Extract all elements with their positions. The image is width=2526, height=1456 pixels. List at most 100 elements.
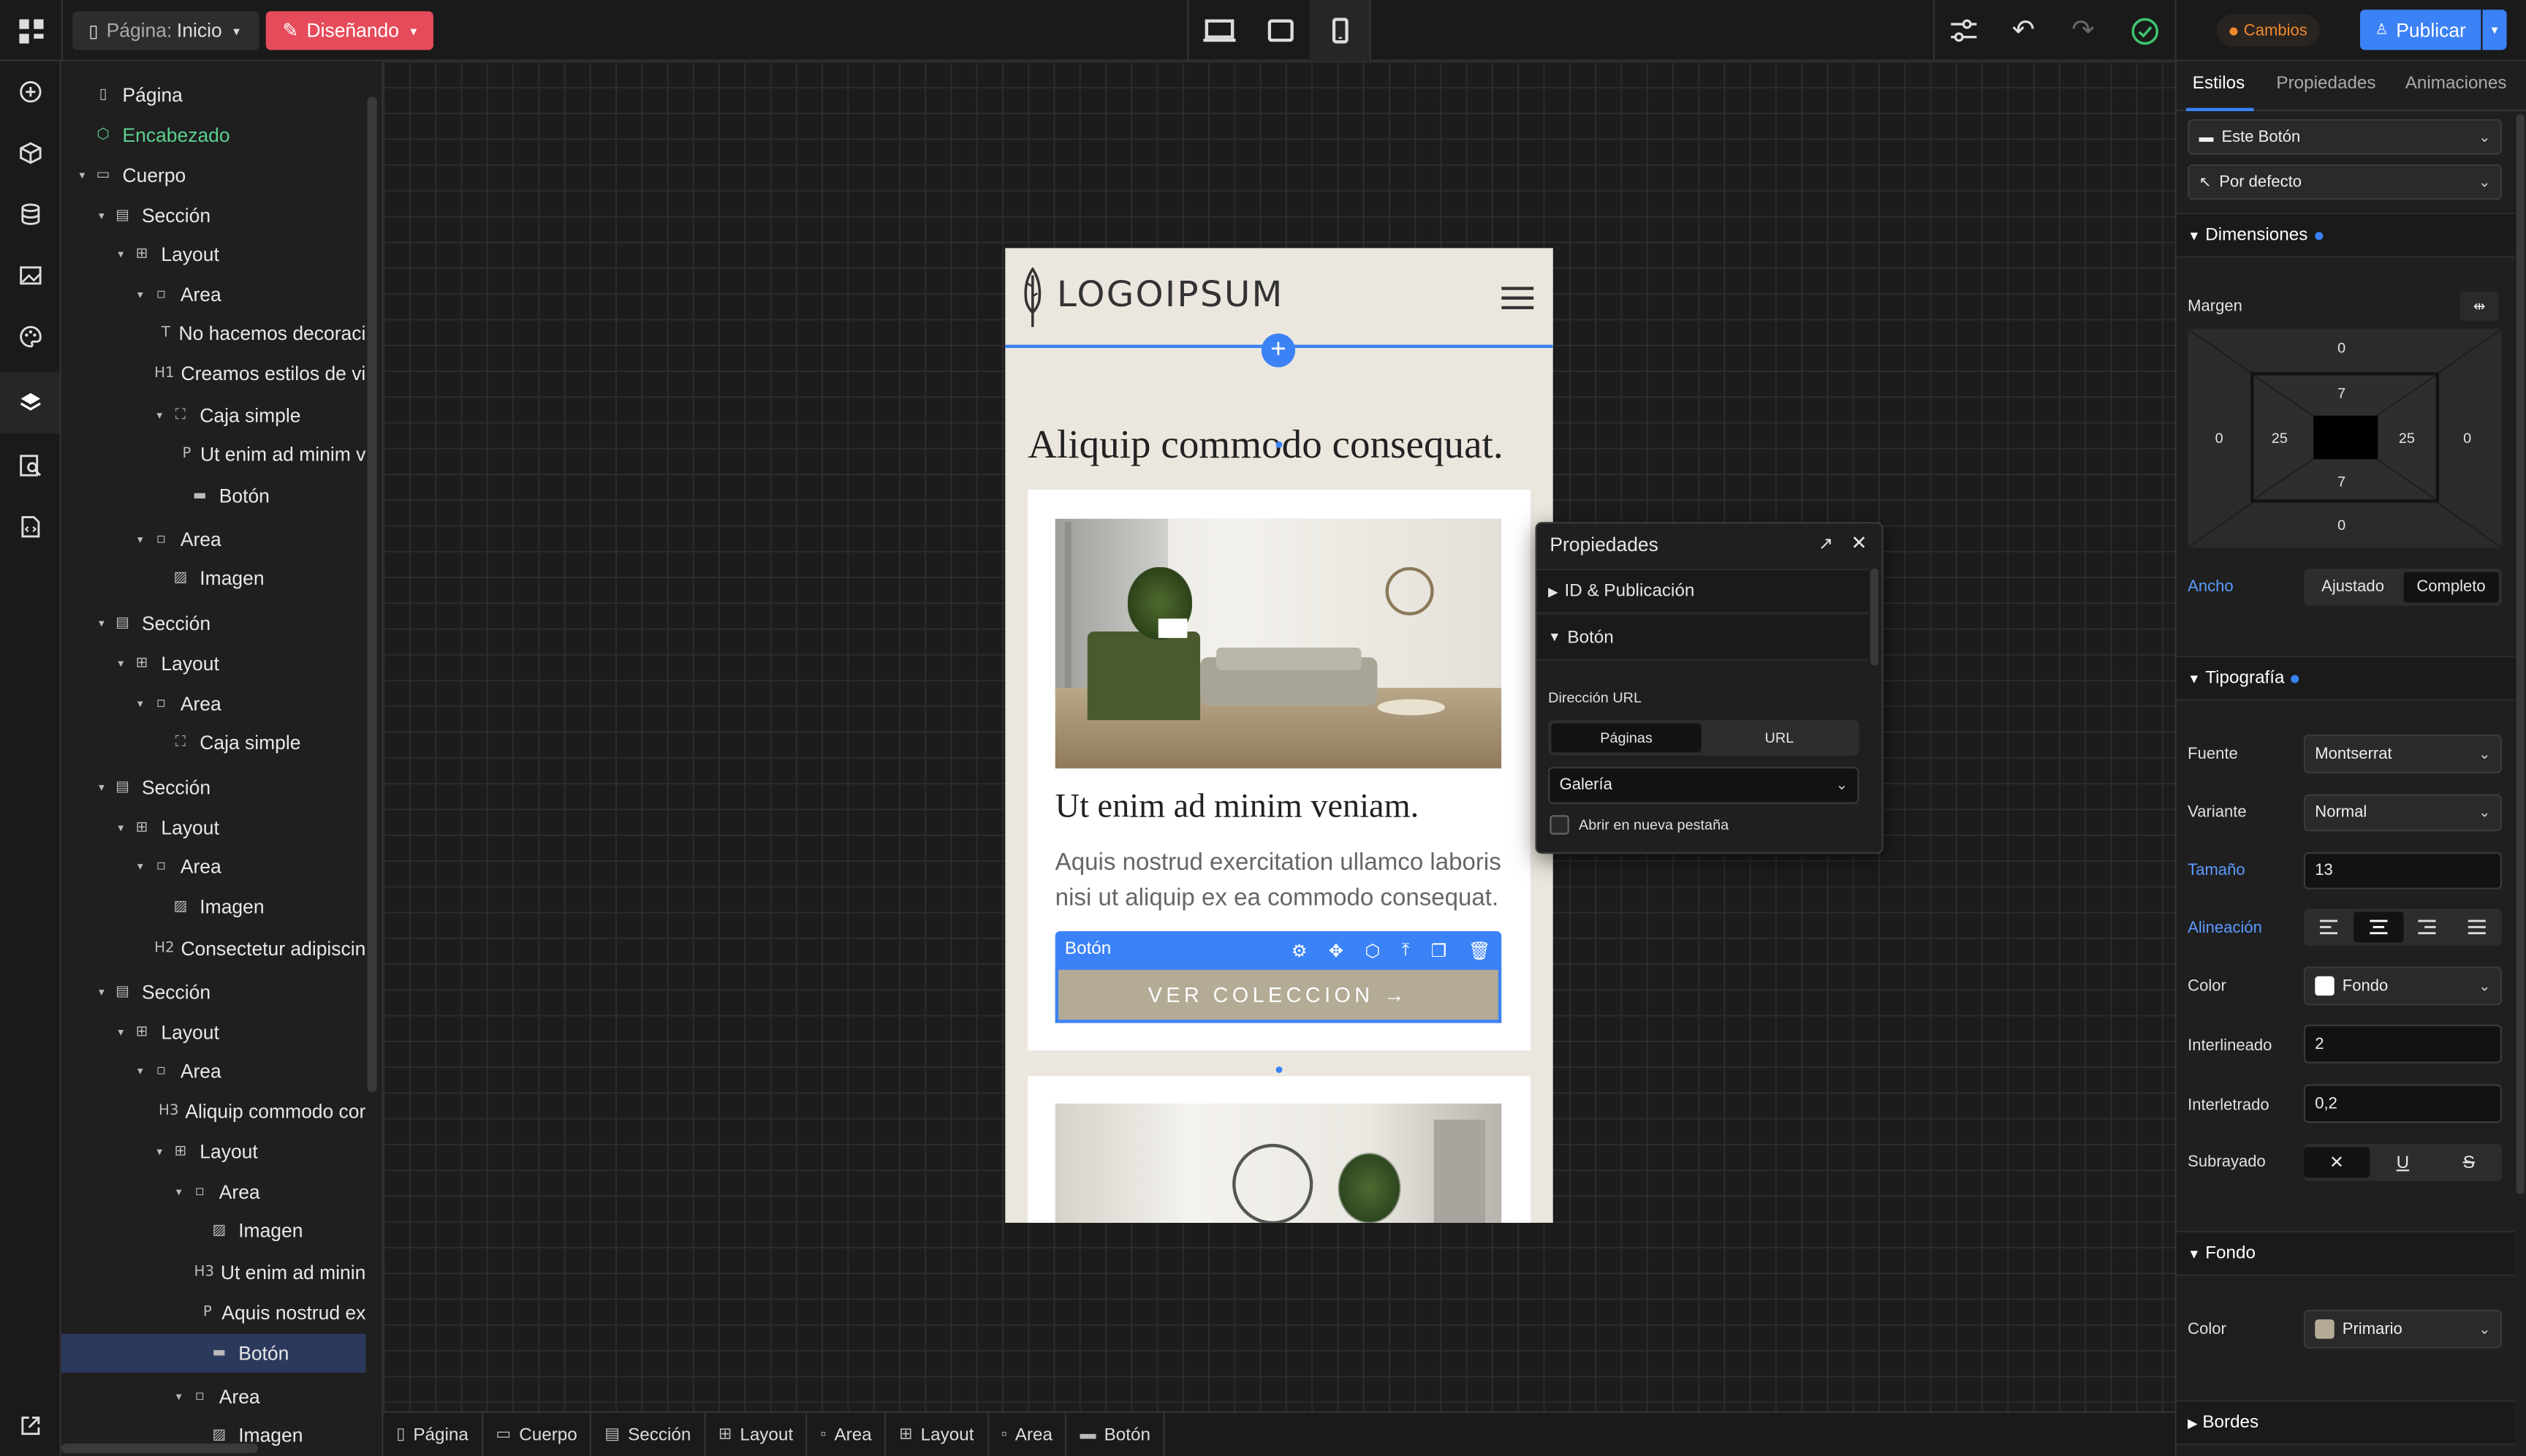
redo-icon[interactable]: ↷ <box>2054 0 2112 61</box>
padding-bottom[interactable]: 7 <box>2337 474 2345 490</box>
navigator-item[interactable]: ▨ Imagen <box>61 887 366 926</box>
id-publication-section[interactable]: ▶ ID & Publicación <box>1536 569 1869 614</box>
chevron-down-icon[interactable]: ▾ <box>94 781 110 794</box>
chevron-down-icon[interactable]: ▾ <box>132 697 148 710</box>
breadcrumb-layout[interactable]: ⊞ Layout <box>705 1411 808 1456</box>
publish-button[interactable]: ♙ Publicar <box>2360 10 2481 50</box>
seo-search-icon[interactable] <box>0 435 60 496</box>
link-margins-icon[interactable]: ⇹ <box>2459 291 2499 321</box>
popup-scrollbar[interactable] <box>1870 569 1878 666</box>
navigator-item[interactable]: ▾ ▤ Sección <box>61 604 366 643</box>
navigator-item[interactable]: H3 Aliquip commodo cor <box>61 1092 365 1131</box>
media-icon[interactable] <box>0 245 60 306</box>
width-fit-option[interactable]: Ajustado <box>2307 572 2399 602</box>
layers-icon[interactable] <box>0 372 60 433</box>
align-justify-icon[interactable] <box>2452 909 2502 946</box>
changes-badge[interactable]: Cambios <box>2216 14 2320 47</box>
component-icon[interactable]: ⬡ <box>1365 940 1380 960</box>
navigator-item[interactable]: ▾ ▫ Area <box>61 1052 366 1091</box>
publish-options-chevron-icon[interactable]: ▾ <box>2482 10 2507 50</box>
letter-spacing-input[interactable]: 0,2 <box>2303 1084 2502 1123</box>
underline-icon[interactable]: U <box>2370 1144 2435 1181</box>
margin-top[interactable]: 0 <box>2337 340 2345 356</box>
page-selector[interactable]: ▯ Página: Inicio ▾ <box>72 11 259 50</box>
navigator-item[interactable]: P Ut enim ad minim v <box>61 435 365 474</box>
navigator-item[interactable]: ▨ Imagen <box>61 559 366 598</box>
navigator-item[interactable]: ▾ ▤ Sección <box>61 197 366 235</box>
gear-icon[interactable]: ⚙ <box>1292 940 1308 960</box>
typography-section[interactable]: ▼ Tipografía <box>2176 656 2515 701</box>
chevron-down-icon[interactable]: ▾ <box>113 822 129 834</box>
chevron-down-icon[interactable]: ▾ <box>113 1026 129 1039</box>
navigator-item[interactable]: ⛶ Caja simple <box>61 724 366 762</box>
background-section[interactable]: ▼ Fondo <box>2176 1230 2515 1276</box>
navigator-item[interactable]: ▾ ⊞ Layout <box>61 645 366 683</box>
align-left-icon[interactable] <box>2304 909 2354 946</box>
components-icon[interactable] <box>0 123 60 184</box>
breadcrumb-area[interactable]: ▫ Area <box>808 1411 887 1456</box>
dimensions-section[interactable]: ▼ Dimensiones <box>2176 212 2515 258</box>
navigator-item[interactable]: ▯ Página <box>61 76 366 115</box>
navigator-item[interactable]: ▾ ▫ Area <box>61 1378 366 1417</box>
chevron-down-icon[interactable]: ▾ <box>132 860 148 873</box>
duplicate-icon[interactable]: ❐ <box>1431 940 1447 960</box>
external-link-icon[interactable] <box>0 1395 60 1456</box>
navigator-hscrollbar[interactable] <box>61 1443 258 1454</box>
new-tab-checkbox[interactable] <box>1550 815 1569 835</box>
navigator-item[interactable]: ▾ ⊞ Layout <box>61 1013 366 1052</box>
font-select[interactable]: Montserrat ⌄ <box>2303 735 2502 773</box>
mobile-view-icon[interactable] <box>1309 0 1370 61</box>
close-icon[interactable]: ✕ <box>1851 531 1867 554</box>
settings-sliders-icon[interactable] <box>1935 0 1992 61</box>
padding-right[interactable]: 25 <box>2399 430 2415 446</box>
navigator-item[interactable]: ▾ ▫ Area <box>61 685 366 724</box>
pages-tab[interactable]: Páginas <box>1551 723 1702 753</box>
chevron-down-icon[interactable]: ▾ <box>94 986 110 998</box>
navigator-item[interactable]: ▬ Botón <box>61 477 366 515</box>
breadcrumb-area-2[interactable]: ▫ Area <box>988 1411 1067 1456</box>
navigator-item[interactable]: ▨ Imagen <box>61 1211 366 1250</box>
navigator-item[interactable]: ▾ ⊞ Layout <box>61 1132 366 1171</box>
chevron-down-icon[interactable]: ▾ <box>113 248 129 261</box>
database-icon[interactable] <box>0 183 60 245</box>
chevron-down-icon[interactable]: ▾ <box>132 534 148 546</box>
move-icon[interactable]: ✥ <box>1329 940 1343 960</box>
breadcrumb-section[interactable]: ▤ Sección <box>592 1411 706 1456</box>
product-card-2[interactable] <box>1028 1076 1531 1223</box>
dining-room-image[interactable] <box>1055 1103 1502 1223</box>
navigator-item[interactable]: H1 Creamos estilos de vi <box>61 354 365 393</box>
chevron-down-icon[interactable]: ▾ <box>132 289 148 301</box>
size-input[interactable]: 13 <box>2303 852 2502 890</box>
navigator-item[interactable]: ▾ ▤ Sección <box>61 973 366 1012</box>
margin-left[interactable]: 0 <box>2215 430 2223 446</box>
chevron-down-icon[interactable]: ▾ <box>171 1186 187 1198</box>
chevron-down-icon[interactable]: ▾ <box>151 409 167 422</box>
navigator-item[interactable]: H3 Ut enim ad minin <box>61 1254 365 1292</box>
margin-bottom[interactable]: 0 <box>2337 517 2345 534</box>
padding-top[interactable]: 7 <box>2337 385 2345 401</box>
width-full-option[interactable]: Completo <box>2403 572 2499 603</box>
navigator-item[interactable]: ▾ ▫ Area <box>61 276 366 314</box>
text-color-select[interactable]: Fondo ⌄ <box>2303 966 2502 1006</box>
tab-animations[interactable]: Animaciones <box>2405 74 2507 93</box>
page-select[interactable]: Galería ⌄ <box>1548 767 1859 804</box>
tablet-view-icon[interactable] <box>1250 0 1310 61</box>
margin-right[interactable]: 0 <box>2463 430 2471 446</box>
borders-section[interactable]: ▶ Bordes <box>2176 1400 2515 1446</box>
navigator-item[interactable]: ▾ ⊞ Layout <box>61 808 366 847</box>
breadcrumb-page[interactable]: ▯ Página <box>384 1411 483 1456</box>
tab-styles[interactable]: Estilos <box>2193 74 2245 93</box>
navigator-item[interactable]: ⬡ Encabezado <box>61 116 366 155</box>
navigator-item[interactable]: ▬ Botón <box>61 1333 366 1373</box>
breadcrumb-button[interactable]: ▬ Botón <box>1067 1411 1165 1456</box>
chevron-down-icon[interactable]: ▾ <box>94 210 110 222</box>
variant-select[interactable]: Normal ⌄ <box>2303 794 2502 832</box>
chevron-down-icon[interactable]: ▾ <box>171 1390 187 1403</box>
navigator-item[interactable]: ▾ ⛶ Caja simple <box>61 396 366 435</box>
code-file-icon[interactable] <box>0 496 60 558</box>
navigator-item[interactable]: ▾ ▤ Sección <box>61 768 366 807</box>
url-tab[interactable]: URL <box>1704 724 1854 753</box>
navigator-item[interactable]: T No hacemos decoraci <box>61 314 365 353</box>
breadcrumb-layout-2[interactable]: ⊞ Layout <box>887 1411 989 1456</box>
state-select[interactable]: ↖ Por defecto ⌄ <box>2188 164 2502 200</box>
